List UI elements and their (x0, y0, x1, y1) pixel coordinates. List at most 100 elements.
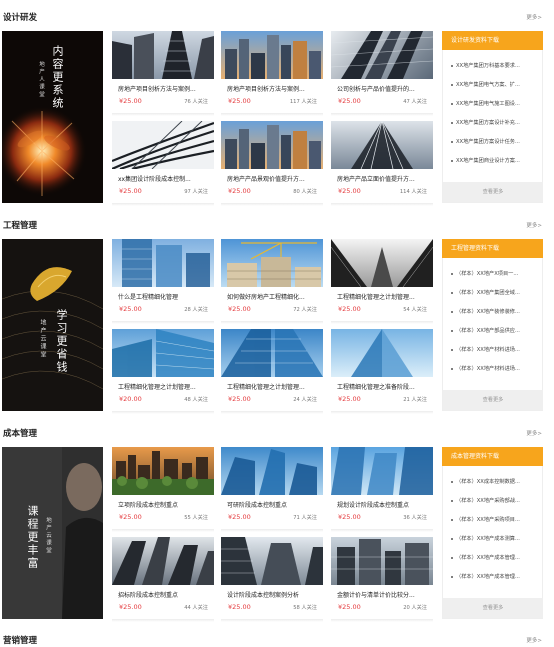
card-shadow (112, 529, 214, 532)
course-card[interactable]: 规划设计阶段成本控制重点 ¥25.00 36 人关注 (331, 447, 433, 532)
course-title: 可研阶段成本控制重点 (227, 502, 288, 509)
course-card[interactable]: xx集团设计阶段成本控制... ¥25.00 97 人关注 (112, 121, 214, 206)
download-item[interactable]: （样本）XX地产成本管理... (451, 573, 539, 592)
promo-banner[interactable]: 课程更丰富 地产云课堂 (2, 447, 103, 619)
more-link[interactable]: 更多> (526, 220, 542, 232)
section-design: 设计研发 更多> 内容更系统 地产人课堂 房地产项目创析方法与案例... ¥25… (0, 11, 554, 211)
course-card[interactable]: 工程精细化管理之计划管理... ¥20.00 48 人关注 (112, 329, 214, 414)
download-panel-header: 成本管理资料下载 (442, 447, 543, 466)
course-thumbnail (331, 239, 433, 287)
course-card[interactable]: 工程精细化管理之计划管理... ¥25.00 24 人关注 (221, 329, 323, 414)
section-title: 成本管理 (3, 429, 38, 439)
download-item[interactable]: （样本）XX地产采购部战... (451, 497, 539, 516)
follow-count: 117 人关注 (289, 99, 317, 105)
follow-count: 72 人关注 (293, 307, 317, 313)
more-link[interactable]: 更多> (526, 428, 542, 440)
download-item[interactable]: （样本）XX地产成本管理... (451, 554, 539, 573)
download-list: （样本）XX地产X项目一... （样本）XX地产集团全域... （样本）XX地产… (451, 270, 539, 384)
download-item[interactable]: （样本）XX地产集团全域... (451, 289, 539, 308)
course-title: 房地产项目创析方法与案例... (227, 86, 305, 93)
course-card[interactable]: 设计阶段成本控制案例分析 ¥25.00 58 人关注 (221, 537, 323, 622)
course-card[interactable]: 公司创析与产品价值提升的... ¥25.00 47 人关注 (331, 31, 433, 116)
course-title: 什么是工程精细化管理 (118, 294, 179, 301)
follow-count: 44 人关注 (184, 605, 208, 611)
view-more-button[interactable]: 查看更多 (443, 390, 543, 410)
course-title: 公司创析与产品价值提升的... (337, 86, 415, 93)
download-item[interactable]: XX地产集团商业设计方案... (451, 157, 539, 176)
course-price: ¥25.00 (119, 603, 142, 611)
download-item[interactable]: （样本）XX地产X项目一... (451, 270, 539, 289)
download-item[interactable]: XX地产集团方案设计补充... (451, 119, 539, 138)
banner-slogan: 学习更省钱 (55, 309, 68, 374)
course-thumbnail (112, 329, 214, 377)
download-item[interactable]: XX地产集团电气方案、扩... (451, 81, 539, 100)
course-price: ¥25.00 (338, 513, 361, 521)
course-price: ¥25.00 (119, 97, 142, 105)
download-panel: 工程管理资料下载 （样本）XX地产X项目一... （样本）XX地产集团全域...… (442, 239, 543, 411)
course-title: 招标阶段成本控制重点 (118, 592, 179, 599)
banner-subtitle: 地产人课堂 (38, 61, 44, 99)
card-shadow (221, 321, 323, 324)
more-link[interactable]: 更多> (526, 12, 542, 24)
course-thumbnail (331, 329, 433, 377)
course-price: ¥25.00 (119, 513, 142, 521)
course-card[interactable]: 如何做好房地产工程精细化... ¥25.00 72 人关注 (221, 239, 323, 324)
card-shadow (331, 411, 433, 414)
course-thumbnail (112, 537, 214, 585)
course-card[interactable]: 房地产产品立面价值提升方... ¥25.00 114 人关注 (331, 121, 433, 206)
course-card[interactable]: 房地产产品景观价值提升方... ¥25.00 80 人关注 (221, 121, 323, 206)
course-card[interactable]: 工程精细化管理之计划管理... ¥25.00 54 人关注 (331, 239, 433, 324)
follow-count: 48 人关注 (184, 397, 208, 403)
download-item[interactable]: （样本）XX地产部品供应... (451, 327, 539, 346)
course-price: ¥25.00 (228, 513, 251, 521)
course-thumbnail (112, 447, 214, 495)
download-item[interactable]: （样本）XX地产材料进场... (451, 346, 539, 365)
course-thumbnail (221, 121, 323, 169)
course-thumbnail (112, 121, 214, 169)
download-item[interactable]: （样本）XX地产装修装修... (451, 308, 539, 327)
course-thumbnail (331, 121, 433, 169)
download-item[interactable]: XX地产集团万科基本要求... (451, 62, 539, 81)
course-title: 工程精细化管理之计划管理... (227, 384, 305, 391)
follow-count: 28 人关注 (184, 307, 208, 313)
course-thumbnail (221, 31, 323, 79)
more-link[interactable]: 更多> (526, 635, 542, 647)
course-card[interactable]: 立项阶段成本控制重点 ¥25.00 55 人关注 (112, 447, 214, 532)
course-title: 规划设计阶段成本控制重点 (337, 502, 410, 509)
course-title: 金额计价与清单计价比较分... (337, 592, 415, 599)
card-shadow (221, 529, 323, 532)
promo-banner[interactable]: 内容更系统 地产人课堂 (2, 31, 103, 203)
course-thumbnail (112, 239, 214, 287)
course-card[interactable]: 金额计价与清单计价比较分... ¥25.00 20 人关注 (331, 537, 433, 622)
view-more-button[interactable]: 查看更多 (443, 182, 543, 202)
card-shadow (331, 619, 433, 622)
card-shadow (221, 411, 323, 414)
download-item[interactable]: （样本）XX地产成本测算... (451, 535, 539, 554)
download-item[interactable]: （样本）XX成本控制数据... (451, 478, 539, 497)
course-title: 房地产产品景观价值提升方... (227, 176, 305, 183)
course-card[interactable]: 房地产项目创析方法与案例... ¥25.00 76 人关注 (112, 31, 214, 116)
view-more-button[interactable]: 查看更多 (443, 598, 543, 618)
download-item[interactable]: XX地产集团方案设计任务... (451, 138, 539, 157)
promo-banner[interactable]: 学习更省钱 地产云课堂 (2, 239, 103, 411)
download-item[interactable]: （样本）XX地产材料进场... (451, 365, 539, 384)
course-price: ¥25.00 (228, 603, 251, 611)
course-price: ¥25.00 (338, 603, 361, 611)
download-item[interactable]: （样本）XX地产采购项目... (451, 516, 539, 535)
section-title: 设计研发 (3, 13, 38, 23)
follow-count: 71 人关注 (293, 515, 317, 521)
follow-count: 21 人关注 (403, 397, 427, 403)
download-item[interactable]: XX地产集团电气施工图设... (451, 100, 539, 119)
course-card[interactable]: 房地产项目创析方法与案例... ¥25.00 117 人关注 (221, 31, 323, 116)
banner-subtitle: 地产云课堂 (39, 319, 46, 359)
follow-count: 80 人关注 (293, 189, 317, 195)
course-price: ¥25.00 (119, 187, 142, 195)
course-card[interactable]: 可研阶段成本控制重点 ¥25.00 71 人关注 (221, 447, 323, 532)
card-shadow (112, 321, 214, 324)
course-card[interactable]: 工程精细化管理之准备阶段... ¥25.00 21 人关注 (331, 329, 433, 414)
course-thumbnail (331, 447, 433, 495)
course-card[interactable]: 招标阶段成本控制重点 ¥25.00 44 人关注 (112, 537, 214, 622)
course-title: xx集团设计阶段成本控制... (118, 176, 191, 183)
course-card[interactable]: 什么是工程精细化管理 ¥25.00 28 人关注 (112, 239, 214, 324)
follow-count: 55 人关注 (184, 515, 208, 521)
